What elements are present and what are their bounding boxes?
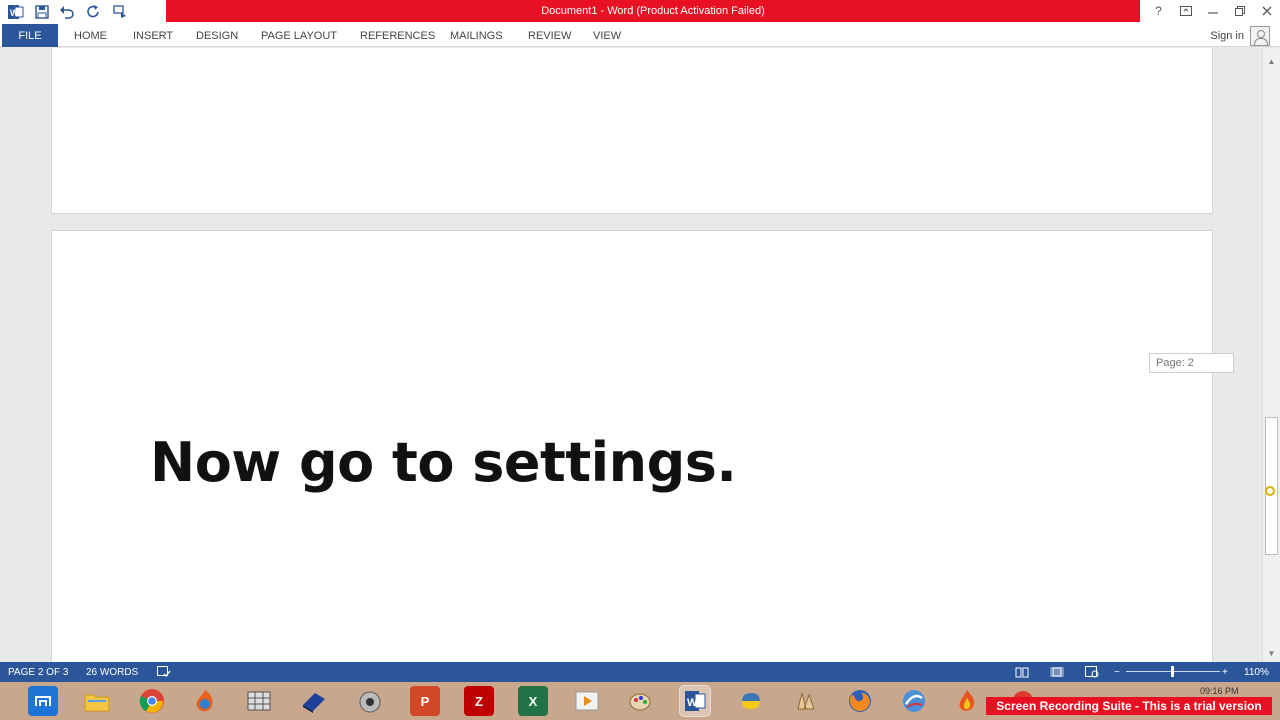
vertical-scrollbar[interactable]: ▲ ▼ — [1262, 48, 1280, 662]
touch-mode-icon[interactable] — [110, 3, 130, 21]
zoom-out-button[interactable]: − — [1114, 662, 1120, 682]
page-1[interactable] — [51, 48, 1213, 214]
paint-icon[interactable] — [626, 686, 656, 716]
window-title: Document1 - Word (Product Activation Fai… — [166, 0, 1140, 22]
page-2[interactable]: Now go to settings. — [51, 230, 1213, 662]
tab-review[interactable]: REVIEW — [528, 24, 571, 47]
ribbon-tabs: FILE HOME INSERT DESIGN PAGE LAYOUT REFE… — [0, 24, 1280, 47]
mouse-highlight-icon — [1265, 486, 1275, 496]
tab-references[interactable]: REFERENCES — [360, 24, 435, 47]
web-layout-icon[interactable] — [1085, 662, 1099, 682]
svg-text:W: W — [687, 697, 698, 709]
trial-watermark: Screen Recording Suite - This is a trial… — [986, 697, 1272, 715]
quick-access-toolbar: W — [6, 2, 130, 22]
scroll-down-icon[interactable]: ▼ — [1263, 646, 1280, 660]
window-controls: ? — [1145, 0, 1280, 22]
media-tool-icon[interactable] — [355, 686, 385, 716]
sign-in[interactable]: Sign in — [1210, 24, 1270, 47]
page-count[interactable]: PAGE 2 OF 3 — [8, 662, 68, 682]
document-text[interactable]: Now go to settings. — [150, 431, 737, 494]
word-logo-icon[interactable]: W — [6, 3, 26, 21]
word-taskbar-icon[interactable]: W — [679, 685, 711, 717]
firefox-alt-icon[interactable] — [190, 686, 220, 716]
zoom-in-button[interactable]: + — [1222, 662, 1228, 682]
chrome-icon[interactable] — [137, 686, 167, 716]
browser-icon[interactable] — [899, 686, 929, 716]
read-mode-icon[interactable] — [1015, 662, 1029, 682]
status-bar: PAGE 2 OF 3 26 WORDS − + 110% — [0, 662, 1280, 682]
zoom-slider-thumb[interactable] — [1171, 666, 1174, 677]
lab-app-icon[interactable] — [790, 686, 820, 716]
excel-icon[interactable]: X — [518, 686, 548, 716]
tab-design[interactable]: DESIGN — [196, 24, 238, 47]
tab-mailings[interactable]: MAILINGS — [450, 24, 503, 47]
document-area[interactable]: Now go to settings. Page: 2 — [0, 48, 1262, 662]
title-bar: W Document1 - Word (Product Activation F… — [0, 0, 1280, 24]
tab-file[interactable]: FILE — [2, 24, 58, 47]
dictionary-icon[interactable] — [299, 686, 329, 716]
word-window: W Document1 - Word (Product Activation F… — [0, 0, 1280, 720]
save-icon[interactable] — [32, 3, 52, 21]
tab-page-layout[interactable]: PAGE LAYOUT — [261, 24, 337, 47]
redo-icon[interactable] — [84, 3, 104, 21]
taskbar-clock[interactable]: 09:16 PM — [1200, 686, 1239, 696]
tab-insert[interactable]: INSERT — [133, 24, 173, 47]
start-button-icon[interactable] — [28, 686, 58, 716]
firefox-icon[interactable] — [845, 686, 875, 716]
avatar-icon — [1250, 25, 1270, 46]
screen-tool-icon[interactable] — [244, 686, 274, 716]
sign-in-label: Sign in — [1210, 29, 1244, 42]
print-layout-icon[interactable] — [1049, 662, 1065, 682]
file-explorer-icon[interactable] — [82, 686, 112, 716]
undo-icon[interactable] — [58, 3, 78, 21]
close-icon[interactable] — [1253, 0, 1280, 22]
restore-icon[interactable] — [1226, 0, 1253, 22]
filezilla-icon[interactable]: Z — [464, 686, 494, 716]
help-icon[interactable]: ? — [1145, 0, 1172, 22]
word-count[interactable]: 26 WORDS — [86, 662, 138, 682]
scroll-up-icon[interactable]: ▲ — [1263, 54, 1280, 68]
powerpoint-icon[interactable]: P — [410, 686, 440, 716]
python-icon[interactable] — [736, 686, 766, 716]
zoom-level[interactable]: 110% — [1244, 662, 1269, 682]
page-position-tooltip: Page: 2 — [1149, 353, 1234, 373]
svg-text:W: W — [10, 8, 19, 18]
ribbon-display-options-icon[interactable] — [1172, 0, 1199, 22]
recorder-icon[interactable] — [952, 686, 982, 716]
tab-home[interactable]: HOME — [74, 24, 107, 47]
tab-view[interactable]: VIEW — [593, 24, 621, 47]
proofing-icon[interactable] — [157, 662, 171, 682]
minimize-icon[interactable] — [1199, 0, 1226, 22]
video-player-icon[interactable] — [572, 686, 602, 716]
